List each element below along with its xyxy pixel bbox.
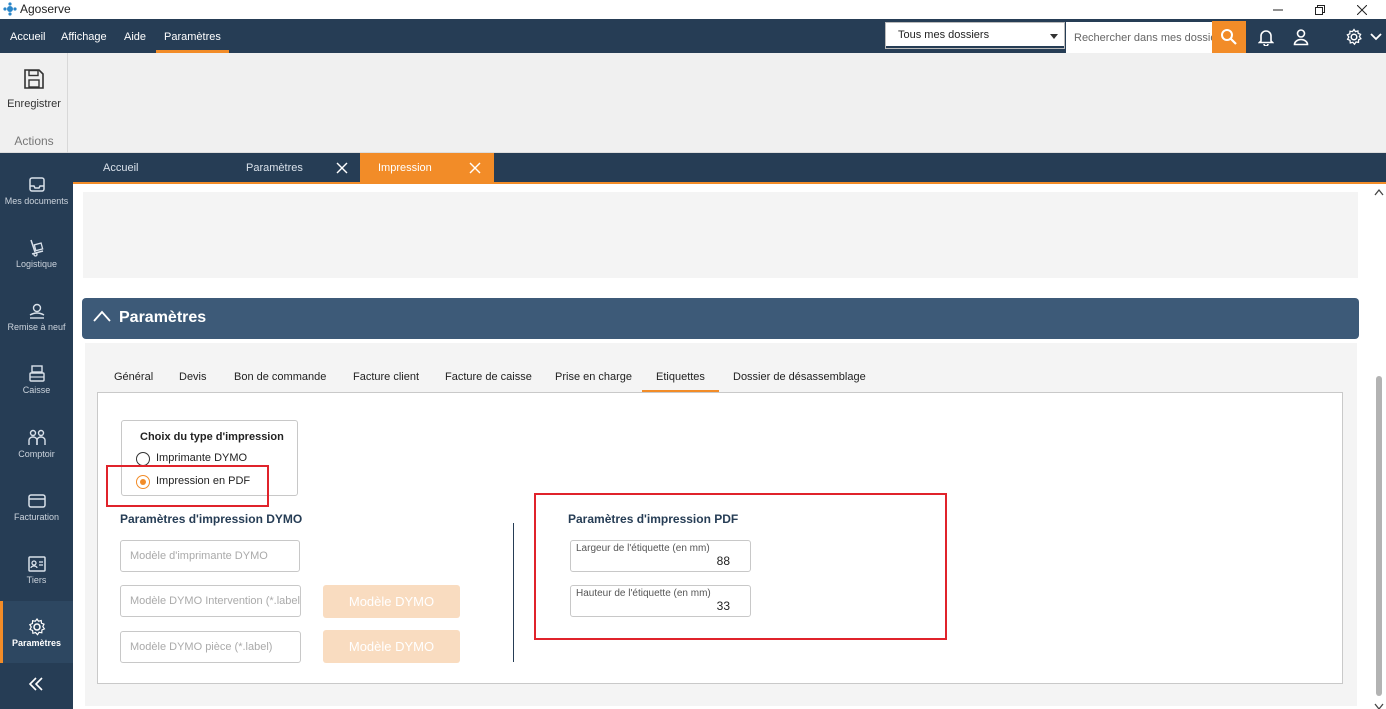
- vertical-scrollbar[interactable]: [1372, 186, 1386, 709]
- sidebar: Mes documents Logistique Remise à neuf C…: [0, 153, 73, 709]
- close-tab-parametres-icon[interactable]: [336, 162, 348, 174]
- counter-people-icon: [28, 429, 46, 445]
- folder-scope-select[interactable]: Tous mes dossiers: [885, 22, 1065, 49]
- subtab-dossier-de-desassemblage[interactable]: Dossier de désassemblage: [733, 371, 866, 383]
- cash-register-icon: [29, 365, 45, 382]
- label-height-value[interactable]: 33: [717, 599, 730, 613]
- dymo-intervention-template-button[interactable]: Modèle DYMO: [323, 585, 460, 618]
- sidebar-item-mes-documents[interactable]: Mes documents: [0, 175, 73, 235]
- highlight-box-pdf-option: [106, 465, 269, 507]
- credit-card-icon: [28, 494, 46, 508]
- search-input[interactable]: [1066, 22, 1212, 53]
- floppy-disk-icon: [24, 69, 44, 89]
- dymo-printer-model-input[interactable]: [120, 540, 300, 572]
- label-height-caption: Hauteur de l'étiquette (en mm): [576, 588, 711, 599]
- scroll-down-icon: [1374, 703, 1384, 709]
- menu-parametres[interactable]: Paramètres: [156, 19, 229, 53]
- scrollbar-thumb[interactable]: [1376, 376, 1382, 696]
- section-header[interactable]: Paramètres: [82, 298, 1359, 339]
- search-icon: [1221, 29, 1237, 45]
- close-tab-impression-icon[interactable]: [469, 162, 481, 174]
- sidebar-item-parametres[interactable]: Paramètres: [0, 601, 73, 663]
- sidebar-item-comptoir[interactable]: Comptoir: [0, 428, 73, 488]
- save-button-label: Enregistrer: [7, 98, 61, 110]
- title-bar: Agoserve: [0, 0, 1386, 19]
- subtab-devis[interactable]: Devis: [179, 371, 207, 383]
- collapse-sidebar-icon[interactable]: [28, 677, 44, 694]
- etiquettes-form: Choix du type d'impression Imprimante DY…: [97, 392, 1343, 684]
- account-menu-chevron-icon[interactable]: [1366, 25, 1386, 49]
- print-type-title: Choix du type d'impression: [140, 431, 284, 443]
- window-title: Agoserve: [20, 2, 71, 16]
- refurbish-icon: [29, 303, 45, 319]
- inbox-icon: [29, 177, 45, 192]
- sidebar-item-facturation[interactable]: Facturation: [0, 491, 73, 551]
- menu-accueil[interactable]: Accueil: [10, 19, 45, 53]
- ribbon-group-label: Actions: [14, 134, 54, 148]
- contact-card-icon: [28, 556, 46, 572]
- minimize-icon[interactable]: [1258, 0, 1298, 19]
- subtab-etiquettes[interactable]: Etiquettes: [642, 371, 719, 392]
- app-logo-icon: [3, 2, 17, 19]
- chevron-up-icon: [93, 310, 111, 322]
- label-width-value[interactable]: 88: [717, 554, 730, 568]
- dymo-settings-heading: Paramètres d'impression DYMO: [120, 512, 303, 526]
- save-button[interactable]: Enregistrer: [4, 67, 64, 117]
- radio-dymo-label[interactable]: Imprimante DYMO: [156, 452, 247, 464]
- section-title: Paramètres: [119, 309, 207, 326]
- menu-aide[interactable]: Aide: [124, 19, 146, 53]
- search-button[interactable]: [1212, 21, 1246, 53]
- chevron-down-icon: [1050, 34, 1058, 39]
- subtab-general[interactable]: Général: [114, 371, 153, 383]
- label-width-field[interactable]: Largeur de l'étiquette (en mm) 88: [570, 540, 751, 572]
- subtab-facture-de-caisse[interactable]: Facture de caisse: [445, 371, 532, 383]
- radio-dymo[interactable]: [136, 452, 150, 466]
- sidebar-item-caisse[interactable]: Caisse: [0, 364, 73, 424]
- folder-scope-value: Tous mes dossiers: [898, 29, 990, 41]
- tab-parametres[interactable]: Paramètres: [246, 153, 303, 182]
- document-tabs: Accueil Paramètres Impression: [73, 153, 1386, 182]
- hand-truck-icon: [30, 239, 44, 257]
- close-window-icon[interactable]: [1342, 0, 1382, 19]
- tab-accueil[interactable]: Accueil: [103, 153, 138, 182]
- subtab-facture-client[interactable]: Facture client: [353, 371, 419, 383]
- tab-impression-label: Impression: [378, 162, 432, 174]
- top-panel: [83, 192, 1358, 278]
- dymo-part-template-button[interactable]: Modèle DYMO: [323, 630, 460, 663]
- user-icon[interactable]: [1289, 25, 1313, 49]
- gear-icon: [28, 617, 46, 636]
- subtab-prise-en-charge[interactable]: Prise en charge: [555, 371, 632, 383]
- dymo-intervention-template-input[interactable]: [120, 585, 301, 617]
- bell-icon[interactable]: [1254, 25, 1278, 49]
- scroll-up-icon: [1374, 188, 1384, 196]
- sidebar-item-remise-a-neuf[interactable]: Remise à neuf: [0, 301, 73, 361]
- gear-icon[interactable]: [1342, 25, 1366, 49]
- ribbon: Enregistrer Actions: [0, 53, 1386, 153]
- menu-affichage[interactable]: Affichage: [61, 19, 107, 53]
- ribbon-group-actions: Enregistrer Actions: [0, 53, 68, 153]
- column-divider: [513, 523, 514, 662]
- pdf-settings-heading: Paramètres d'impression PDF: [568, 512, 739, 526]
- label-height-field[interactable]: Hauteur de l'étiquette (en mm) 33: [570, 585, 751, 617]
- content-area: Paramètres Général Devis Bon de commande…: [73, 182, 1386, 709]
- dymo-part-template-input[interactable]: [120, 631, 301, 663]
- label-width-caption: Largeur de l'étiquette (en mm): [576, 543, 710, 554]
- sidebar-item-logistique[interactable]: Logistique: [0, 238, 73, 298]
- restore-icon[interactable]: [1300, 0, 1340, 19]
- subtab-bon-de-commande[interactable]: Bon de commande: [234, 371, 326, 383]
